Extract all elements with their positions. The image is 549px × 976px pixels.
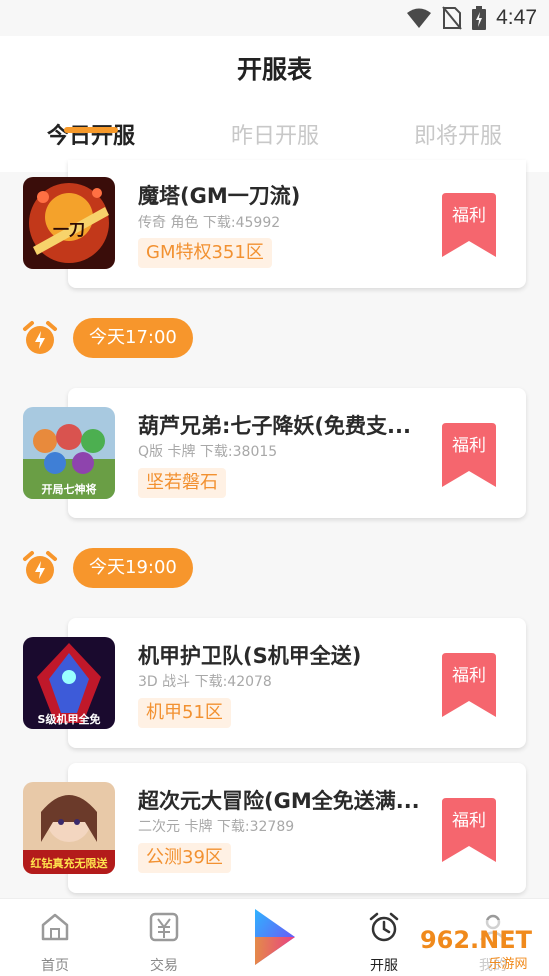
thumbnail-text: S级机甲全免 [38, 712, 101, 726]
game-thumbnail[interactable]: 一刀 [23, 177, 115, 269]
battery-charging-icon [472, 6, 487, 30]
watermark-main: 962.NET [420, 926, 533, 954]
welfare-badge[interactable]: 福利 [442, 653, 496, 717]
no-sim-icon [442, 6, 462, 30]
thumbnail-text: 红钻真充无限送 [31, 856, 109, 870]
server-tag: 公测39区 [138, 843, 231, 873]
game-meta: Q版 卡牌 下载:38015 [138, 444, 278, 460]
home-icon [41, 913, 69, 941]
tab-today[interactable]: 今日开服 [16, 118, 166, 150]
server-tag: 机甲51区 [138, 698, 231, 728]
time-slot-label: 今天19:00 [73, 548, 193, 588]
game-title[interactable]: 超次元大冒险(GM全免送满... [138, 785, 420, 815]
tab-bar: 今日开服 昨日开服 即将开服 [0, 118, 549, 158]
alarm-clock-icon [23, 321, 57, 354]
tab-upcoming[interactable]: 即将开服 [383, 118, 533, 150]
clock-time: 4:47 [496, 6, 537, 29]
welfare-badge[interactable]: 福利 [442, 193, 496, 257]
game-title[interactable]: 葫芦兄弟:七子降妖(免费支... [138, 410, 411, 440]
game-meta: 3D 战斗 下载:42078 [138, 674, 272, 690]
game-meta: 传奇 角色 下载:45992 [138, 215, 281, 231]
watermark-sub: 乐游网 [488, 957, 527, 972]
welfare-badge[interactable]: 福利 [442, 798, 496, 862]
play-logo-icon [255, 909, 295, 965]
tab-yesterday[interactable]: 昨日开服 [200, 118, 350, 150]
welfare-badge-label: 福利 [452, 666, 486, 686]
status-bar: 4:47 [0, 0, 549, 36]
game-title[interactable]: 机甲护卫队(S机甲全送) [138, 640, 361, 670]
thumbnail-text: 一刀 [53, 220, 85, 239]
page-title: 开服表 [236, 55, 312, 84]
time-slot-label: 今天17:00 [73, 318, 193, 358]
game-title[interactable]: 魔塔(GM一刀流) [138, 180, 300, 210]
active-tab-indicator [64, 127, 118, 133]
welfare-badge-label: 福利 [452, 811, 486, 831]
game-meta: 二次元 卡牌 下载:32789 [138, 819, 295, 835]
alarm-clock-icon [369, 912, 399, 942]
header: 开服表 今日开服 昨日开服 即将开服 [0, 36, 549, 172]
nav-center-logo[interactable] [240, 907, 310, 973]
welfare-badge[interactable]: 福利 [442, 423, 496, 487]
welfare-badge-label: 福利 [452, 436, 486, 456]
game-thumbnail[interactable]: S级机甲全免 [23, 637, 115, 729]
game-thumbnail[interactable]: 开局七神将 [23, 407, 115, 499]
nav-trade[interactable]: 交易 [129, 907, 199, 974]
welfare-badge-label: 福利 [452, 206, 486, 226]
wifi-icon [407, 8, 432, 28]
server-tag: GM特权351区 [138, 238, 272, 268]
yen-trade-icon [149, 912, 179, 942]
nav-home[interactable]: 首页 [20, 907, 90, 974]
thumbnail-text: 开局七神将 [42, 482, 97, 496]
alarm-clock-icon [23, 551, 57, 584]
server-tag: 坚若磐石 [138, 468, 226, 498]
site-watermark: 962.NET 乐游网 [408, 918, 544, 974]
game-thumbnail[interactable]: 红钻真充无限送 [23, 782, 115, 874]
nav-label: 首页 [41, 958, 69, 974]
nav-label: 交易 [150, 958, 178, 974]
